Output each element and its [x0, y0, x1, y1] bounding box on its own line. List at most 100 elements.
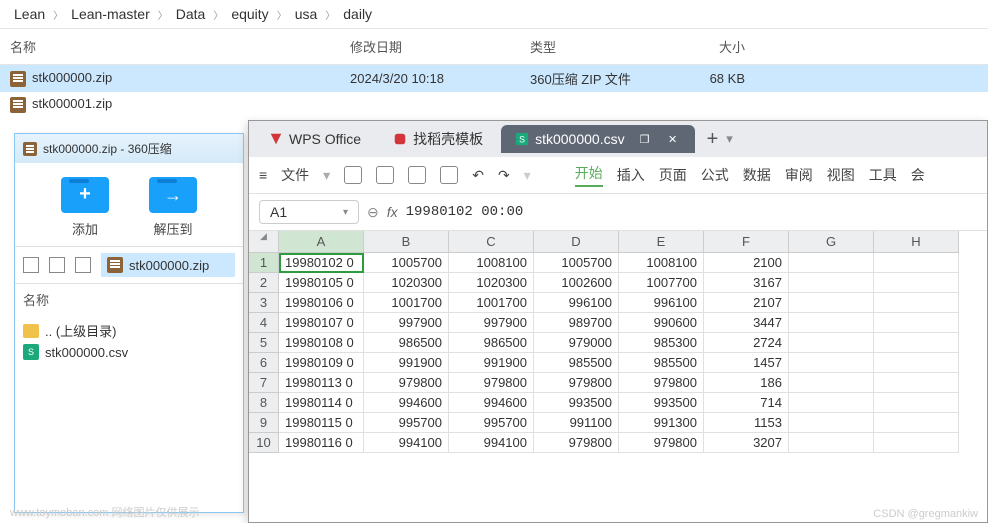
select-all-corner[interactable]: ◢ — [249, 231, 279, 253]
cell[interactable]: 994100 — [364, 433, 449, 453]
cell[interactable]: 979800 — [619, 373, 704, 393]
cell[interactable]: 990600 — [619, 313, 704, 333]
cell[interactable] — [874, 433, 959, 453]
crumb[interactable]: Data — [176, 6, 206, 22]
cell[interactable]: 19980116 0 — [279, 433, 364, 453]
cell[interactable] — [789, 273, 874, 293]
col-date[interactable]: 修改日期 — [340, 37, 520, 56]
cell[interactable]: 994600 — [449, 393, 534, 413]
cell[interactable] — [789, 413, 874, 433]
col-header[interactable]: A — [279, 231, 364, 253]
cell[interactable] — [789, 333, 874, 353]
cell[interactable] — [874, 333, 959, 353]
cell[interactable] — [789, 433, 874, 453]
row-header[interactable]: 8 — [249, 393, 279, 413]
cell[interactable] — [789, 293, 874, 313]
cell[interactable]: 19980114 0 — [279, 393, 364, 413]
cell[interactable]: 1020300 — [449, 273, 534, 293]
cell[interactable] — [874, 273, 959, 293]
cell[interactable]: 19980105 0 — [279, 273, 364, 293]
cell[interactable]: 186 — [704, 373, 789, 393]
col-header[interactable]: C — [449, 231, 534, 253]
spreadsheet[interactable]: ◢ABCDEFGH119980102 010057001008100100570… — [249, 231, 987, 453]
row-header[interactable]: 9 — [249, 413, 279, 433]
view-icon-2[interactable] — [49, 257, 65, 273]
chevron-down-icon[interactable]: ▾ — [524, 167, 531, 184]
cell[interactable]: 1008100 — [619, 253, 704, 273]
cell[interactable] — [789, 313, 874, 333]
menu-formula[interactable]: 公式 — [701, 165, 729, 185]
cell[interactable]: 979800 — [534, 373, 619, 393]
cell[interactable]: 19980115 0 — [279, 413, 364, 433]
cell[interactable]: 1457 — [704, 353, 789, 373]
menu-insert[interactable]: 插入 — [617, 165, 645, 185]
list-item[interactable]: Sstk000000.csv — [23, 342, 235, 362]
cell[interactable]: 997900 — [449, 313, 534, 333]
cell[interactable] — [789, 353, 874, 373]
row-header[interactable]: 3 — [249, 293, 279, 313]
cell[interactable] — [874, 373, 959, 393]
chevron-down-icon[interactable]: ▾ — [323, 167, 330, 184]
cell[interactable]: 979800 — [449, 373, 534, 393]
crumb[interactable]: equity — [231, 6, 268, 22]
file-row[interactable]: stk000001.zip — [0, 92, 988, 117]
cell[interactable]: 991300 — [619, 413, 704, 433]
view-icon-3[interactable] — [75, 257, 91, 273]
undo-icon[interactable] — [376, 166, 394, 184]
cell[interactable]: 994100 — [449, 433, 534, 453]
print-icon[interactable] — [408, 166, 426, 184]
cell[interactable]: 979000 — [534, 333, 619, 353]
cell[interactable] — [789, 253, 874, 273]
cell[interactable]: 19980113 0 — [279, 373, 364, 393]
cell[interactable]: 995700 — [364, 413, 449, 433]
archive-name-header[interactable]: 名称 — [15, 284, 243, 315]
cell[interactable]: 1005700 — [534, 253, 619, 273]
restore-icon[interactable]: ❐ — [637, 131, 653, 147]
cell[interactable] — [789, 393, 874, 413]
archive-path[interactable]: stk000000.zip — [101, 253, 235, 277]
cell[interactable]: 2100 — [704, 253, 789, 273]
crumb[interactable]: daily — [343, 6, 372, 22]
row-header[interactable]: 1 — [249, 253, 279, 273]
row-header[interactable]: 10 — [249, 433, 279, 453]
cell[interactable]: 1153 — [704, 413, 789, 433]
menu-file[interactable]: 文件 — [281, 165, 309, 185]
cell[interactable]: 997900 — [364, 313, 449, 333]
col-header[interactable]: G — [789, 231, 874, 253]
col-header[interactable]: E — [619, 231, 704, 253]
cell[interactable]: 1001700 — [449, 293, 534, 313]
cell[interactable] — [874, 293, 959, 313]
cell-reference-input[interactable]: A1 ▾ — [259, 200, 359, 224]
tab-document[interactable]: S stk000000.csv ❐ ✕ — [501, 125, 695, 153]
cell[interactable]: 19980108 0 — [279, 333, 364, 353]
cell[interactable]: 979800 — [619, 433, 704, 453]
cell[interactable]: 1005700 — [364, 253, 449, 273]
formula-value[interactable]: 19980102 00:00 — [406, 204, 524, 220]
menu-tools[interactable]: 工具 — [869, 165, 897, 185]
menu-page[interactable]: 页面 — [659, 165, 687, 185]
crumb[interactable]: usa — [295, 6, 318, 22]
crumb[interactable]: Lean-master — [71, 6, 150, 22]
col-header[interactable]: B — [364, 231, 449, 253]
col-name[interactable]: 名称 — [0, 37, 340, 56]
cell[interactable]: 19980106 0 — [279, 293, 364, 313]
tab-wps-home[interactable]: WPS Office — [255, 125, 375, 153]
add-button[interactable]: 添加 — [61, 177, 109, 238]
row-header[interactable]: 2 — [249, 273, 279, 293]
cell[interactable]: 993500 — [619, 393, 704, 413]
cell[interactable] — [874, 353, 959, 373]
cell[interactable]: 3447 — [704, 313, 789, 333]
preview-icon[interactable] — [440, 166, 458, 184]
tab-template[interactable]: 找稻壳模板 — [379, 123, 497, 155]
updir-item[interactable]: .. (上级目录) — [23, 319, 235, 342]
cell[interactable]: 991100 — [534, 413, 619, 433]
cell[interactable]: 19980102 0 — [279, 253, 364, 273]
cell[interactable]: 991900 — [449, 353, 534, 373]
cell[interactable]: 979800 — [364, 373, 449, 393]
cell[interactable]: 993500 — [534, 393, 619, 413]
cell[interactable]: 1002600 — [534, 273, 619, 293]
menu-icon[interactable]: ≡ — [259, 167, 267, 183]
cell[interactable]: 19980109 0 — [279, 353, 364, 373]
cell[interactable]: 986500 — [449, 333, 534, 353]
menu-more[interactable]: 会 — [911, 165, 925, 185]
